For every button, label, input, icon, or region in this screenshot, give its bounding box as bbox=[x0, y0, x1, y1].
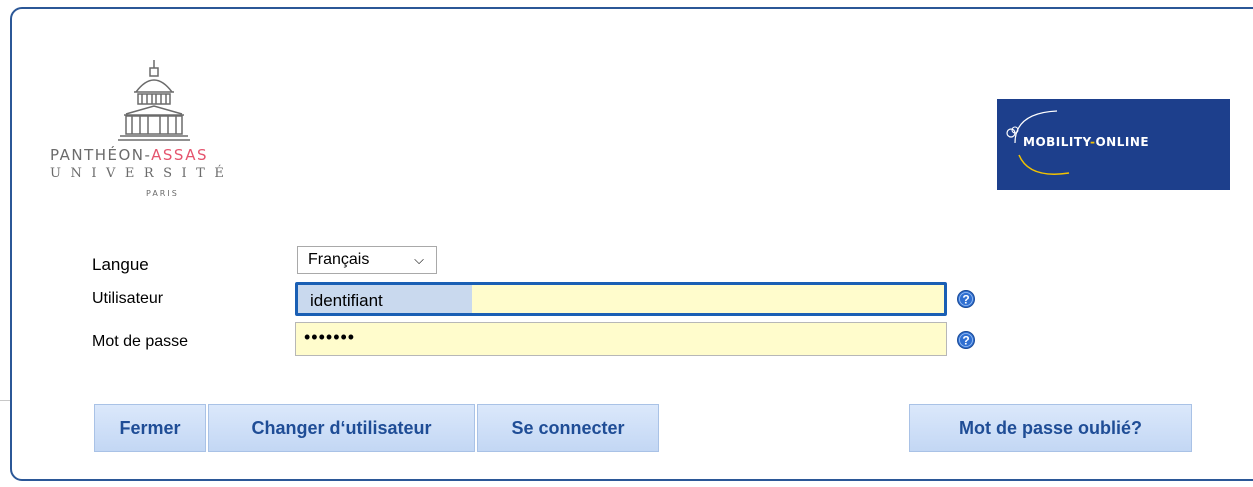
change-user-button[interactable]: Changer d‘utilisateur bbox=[208, 404, 475, 452]
autofill-suggestion[interactable]: identifiant bbox=[298, 285, 472, 313]
pantheon-assas-logo: PANTHÉON-ASSAS UNIVERSITÉ PARIS bbox=[50, 58, 260, 208]
forgot-password-button[interactable]: Mot de passe oublié? bbox=[909, 404, 1192, 452]
university-city: PARIS bbox=[146, 189, 179, 198]
help-icon[interactable]: ? bbox=[957, 331, 975, 349]
svg-text:?: ? bbox=[962, 293, 969, 307]
user-label: Utilisateur bbox=[92, 290, 164, 307]
language-select[interactable]: Français ⌵ bbox=[297, 246, 437, 274]
close-button[interactable]: Fermer bbox=[94, 404, 206, 452]
language-label: Langue bbox=[92, 255, 149, 274]
university-subtitle: UNIVERSITÉ bbox=[50, 166, 234, 181]
university-name: PANTHÉON-ASSAS bbox=[50, 146, 208, 164]
svg-text:?: ? bbox=[962, 334, 969, 348]
mobility-online-logo: MOBILITY-ONLINE bbox=[997, 99, 1230, 190]
help-icon[interactable]: ? bbox=[957, 290, 975, 308]
language-value: Français bbox=[308, 251, 370, 268]
login-button[interactable]: Se connecter bbox=[477, 404, 659, 452]
password-label: Mot de passe bbox=[92, 333, 189, 350]
dome-icon bbox=[118, 60, 190, 141]
password-input[interactable]: ••••••• bbox=[295, 322, 947, 356]
mobility-online-wordmark: MOBILITY-ONLINE bbox=[1023, 135, 1150, 149]
username-input[interactable]: identifiant bbox=[295, 282, 947, 316]
chevron-down-icon: ⌵ bbox=[414, 252, 424, 267]
password-mask: ••••••• bbox=[304, 327, 356, 347]
